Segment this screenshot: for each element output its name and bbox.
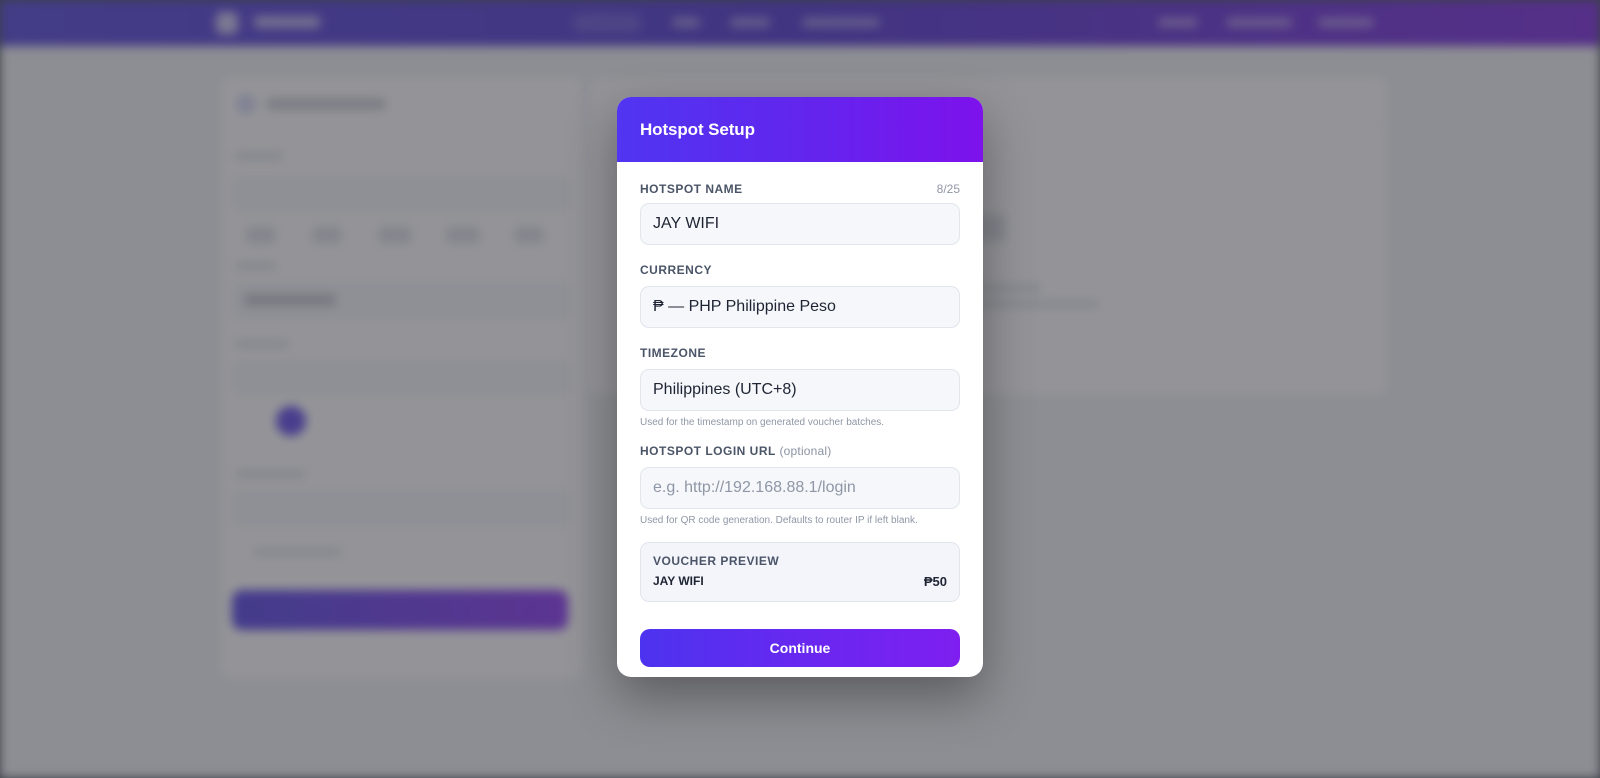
hotspot-name-label: HOTSPOT NAME [640, 182, 743, 196]
dialog-body: HOTSPOT NAME 8/25 CURRENCY ₱ — PHP Phili… [617, 162, 983, 667]
login-url-label-text: HOTSPOT LOGIN URL [640, 444, 776, 458]
continue-button[interactable]: Continue [640, 629, 960, 667]
hotspot-name-char-counter: 8/25 [936, 182, 960, 196]
voucher-preview-name: JAY WIFI [653, 574, 704, 588]
dialog-header: Hotspot Setup [617, 97, 983, 162]
voucher-preview: VOUCHER PREVIEW JAY WIFI ₱50 [640, 542, 960, 602]
login-url-help-text: Used for QR code generation. Defaults to… [640, 515, 918, 526]
hotspot-setup-dialog: Hotspot Setup HOTSPOT NAME 8/25 CURRENCY… [617, 97, 983, 677]
voucher-preview-label: VOUCHER PREVIEW [653, 554, 780, 568]
currency-selected-value: ₱ — PHP Philippine Peso [653, 298, 836, 315]
login-url-input[interactable] [640, 467, 960, 509]
timezone-selected-value: Philippines (UTC+8) [653, 381, 797, 398]
currency-select[interactable]: ₱ — PHP Philippine Peso [640, 286, 960, 328]
dialog-title: Hotspot Setup [640, 119, 755, 139]
hotspot-name-input[interactable] [640, 203, 960, 245]
timezone-help-text: Used for the timestamp on generated vouc… [640, 417, 885, 428]
optional-tag: (optional) [779, 444, 832, 458]
currency-label: CURRENCY [640, 263, 713, 277]
timezone-select[interactable]: Philippines (UTC+8) [640, 369, 960, 411]
voucher-preview-price: ₱50 [923, 574, 947, 589]
timezone-label: TIMEZONE [640, 346, 706, 360]
login-url-label: HOTSPOT LOGIN URL (optional) [640, 444, 832, 458]
